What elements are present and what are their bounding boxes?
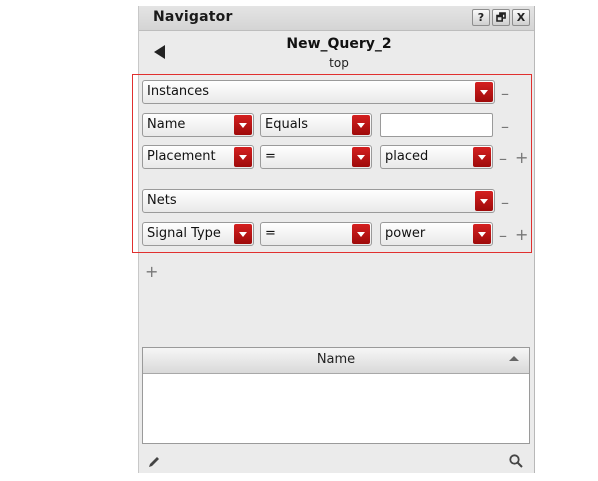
field-label: Signal Type [147, 226, 221, 241]
dropdown-arrow-icon[interactable] [473, 147, 491, 167]
operator-dropdown[interactable]: = [260, 222, 372, 246]
title-bar-buttons: ? 🗗 X [470, 9, 530, 26]
sort-ascending-icon[interactable] [509, 356, 519, 361]
field-dropdown[interactable]: Name [142, 113, 254, 137]
query-title: New_Query_2 [286, 36, 392, 52]
title-bar: Navigator ? 🗗 X [139, 6, 534, 31]
dropdown-arrow-icon[interactable] [352, 224, 370, 244]
results-table: Name [142, 347, 530, 444]
group-type-dropdown-nets[interactable]: Nets [142, 189, 495, 213]
dropdown-arrow-icon[interactable] [234, 147, 252, 167]
bottom-toolbar [139, 449, 534, 473]
remove-row-button[interactable]: – [499, 228, 507, 244]
value-dropdown[interactable]: power [380, 222, 493, 246]
field-label: Placement [147, 149, 216, 164]
close-button[interactable]: X [512, 9, 530, 26]
pencil-icon[interactable] [147, 455, 161, 469]
operator-dropdown[interactable]: = [260, 145, 372, 169]
dropdown-arrow-icon[interactable] [234, 115, 252, 135]
dropdown-arrow-icon[interactable] [475, 82, 493, 102]
dropdown-arrow-icon[interactable] [473, 224, 491, 244]
help-button[interactable]: ? [472, 9, 490, 26]
value-text-field[interactable] [380, 113, 493, 137]
field-label: Name [147, 117, 186, 132]
remove-row-button[interactable]: – [501, 119, 509, 135]
dropdown-arrow-icon[interactable] [352, 147, 370, 167]
navigator-panel: Navigator ? 🗗 X New_Query_2 top Instance… [132, 6, 535, 473]
dropdown-arrow-icon[interactable] [475, 191, 493, 211]
field-dropdown[interactable]: Signal Type [142, 222, 254, 246]
back-arrow-icon[interactable] [154, 45, 165, 59]
value-label: placed [385, 149, 429, 164]
remove-row-button[interactable]: – [499, 151, 507, 167]
remove-group-button[interactable]: – [501, 86, 509, 102]
group-type-dropdown-instances[interactable]: Instances [142, 80, 495, 104]
operator-dropdown[interactable]: Equals [260, 113, 372, 137]
dropdown-arrow-icon[interactable] [234, 224, 252, 244]
group-type-label: Instances [147, 84, 210, 99]
float-button[interactable]: 🗗 [492, 9, 510, 26]
table-header[interactable]: Name [143, 348, 529, 374]
dropdown-arrow-icon[interactable] [352, 115, 370, 135]
add-row-button[interactable]: + [515, 150, 528, 166]
window-title: Navigator [153, 9, 233, 25]
add-group-button[interactable]: + [145, 262, 158, 281]
query-scope: top [329, 56, 349, 70]
search-icon[interactable] [508, 453, 524, 469]
operator-label: Equals [265, 117, 309, 132]
value-label: power [385, 226, 426, 241]
value-dropdown[interactable]: placed [380, 145, 493, 169]
add-row-button[interactable]: + [515, 227, 528, 243]
group-type-label: Nets [147, 193, 177, 208]
operator-label: = [265, 149, 276, 164]
field-dropdown[interactable]: Placement [142, 145, 254, 169]
operator-label: = [265, 226, 276, 241]
column-header-name[interactable]: Name [143, 352, 529, 367]
remove-group-button[interactable]: – [501, 195, 509, 211]
